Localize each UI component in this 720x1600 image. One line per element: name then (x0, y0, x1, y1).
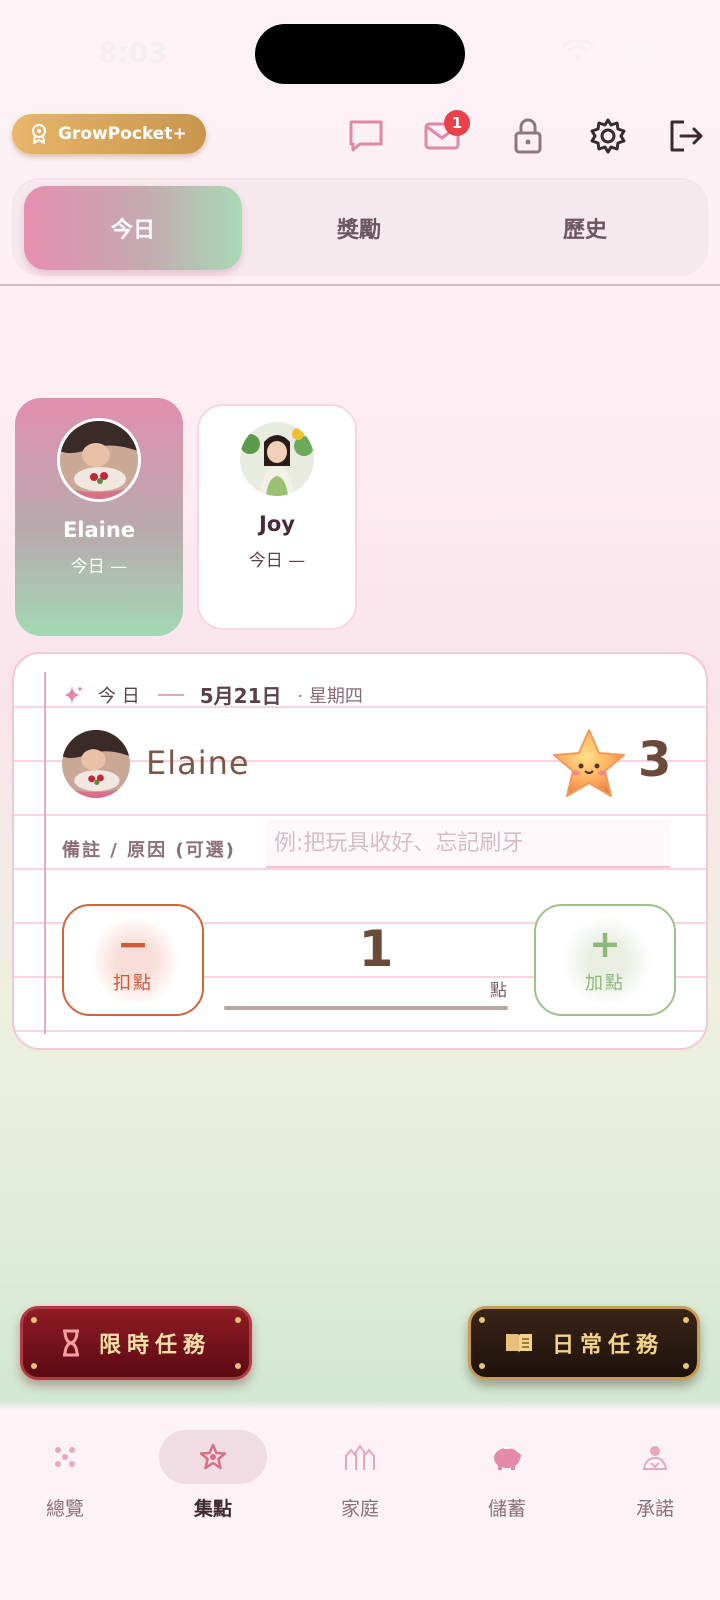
nav-icon-wrap (159, 1430, 267, 1484)
hourglass-icon (62, 1329, 79, 1357)
sparkle-icon (64, 685, 83, 704)
rivet (31, 1363, 37, 1369)
battery-icon (612, 44, 654, 62)
deduct-label: 扣點 (113, 973, 153, 994)
nav-icon-wrap (453, 1430, 561, 1484)
nav-item-family[interactable]: 家庭 (305, 1430, 415, 1521)
rivet (479, 1363, 485, 1369)
settings-button[interactable] (586, 114, 630, 158)
pro-badge-button[interactable]: GrowPocket+ (12, 114, 206, 154)
chat-button[interactable] (344, 114, 388, 158)
family-icon (345, 1444, 375, 1470)
rivet (683, 1317, 689, 1323)
kid-card-elaine[interactable]: Elaine 今日 — (15, 398, 183, 636)
nav-label: 總覽 (45, 1498, 84, 1520)
star-icon (553, 729, 625, 797)
pro-badge-label: GrowPocket+ (58, 124, 187, 144)
points-unit: 點 (490, 981, 507, 1001)
promise-icon (642, 1446, 668, 1470)
selected-kid-name: Elaine (146, 744, 250, 782)
date-row: 今 日 5月21日 · 星期四 (62, 680, 363, 709)
book-icon (505, 1334, 532, 1353)
nav-label: 儲蓄 (487, 1498, 526, 1520)
star-icon (199, 1443, 227, 1470)
tab-history[interactable]: 歷史 (476, 186, 694, 270)
top-bar: GrowPocket+ 1 (0, 108, 720, 164)
daily-missions-button[interactable]: 日常任務 (468, 1306, 700, 1380)
timed-missions-label: 限時任務 (98, 1333, 211, 1358)
kid-card-joy[interactable]: Joy 今日 — (197, 404, 357, 630)
add-points-button[interactable]: + 加點 (534, 904, 676, 1016)
nav-item-promise[interactable]: 承諾 (600, 1430, 710, 1521)
overview-icon (55, 1447, 75, 1467)
lock-icon (514, 118, 542, 154)
status-time: 8:03 (98, 36, 168, 69)
avatar (240, 422, 314, 496)
rivet (683, 1363, 689, 1369)
notebook-margin-line (44, 672, 46, 1034)
points-entry-card: 今 日 5月21日 · 星期四 Elaine 3 備註 / 原因 (可選) 例:… (12, 652, 708, 1050)
mail-button[interactable]: 1 (420, 110, 470, 158)
nav-label: 承諾 (635, 1498, 674, 1520)
add-label: 加點 (585, 973, 625, 994)
segmented-tabs: 今日 獎勵 歷史 (12, 178, 708, 276)
daily-missions-label: 日常任務 (551, 1333, 664, 1358)
tab-today[interactable]: 今日 (24, 186, 242, 270)
amount-underline (224, 1006, 508, 1010)
logout-button[interactable] (664, 114, 708, 158)
tab-rewards[interactable]: 獎勵 (250, 186, 468, 270)
plus-icon: + (589, 922, 621, 966)
kid-today-status: 今日 — (248, 551, 306, 571)
rivet (235, 1363, 241, 1369)
rivet (235, 1317, 241, 1323)
medal-icon (32, 124, 46, 144)
timed-missions-button[interactable]: 限時任務 (20, 1306, 252, 1380)
chat-icon (349, 120, 383, 152)
weekday-text: · 星期四 (297, 685, 363, 707)
status-bar: 8:03 (0, 0, 720, 100)
nav-item-points[interactable]: 集點 (158, 1430, 268, 1521)
rivet (479, 1317, 485, 1323)
deduct-points-button[interactable]: − 扣點 (62, 904, 204, 1016)
kid-today-status: 今日 — (70, 557, 128, 577)
reason-label: 備註 / 原因 (可選) (62, 840, 236, 861)
bottom-nav: 總覽 集點 家庭 儲蓄 承諾 (0, 1410, 720, 1600)
kid-name: Elaine (62, 518, 136, 542)
selected-kid-avatar (62, 730, 130, 798)
date-dash (157, 693, 184, 696)
header-divider (0, 284, 720, 286)
nav-icon-wrap (306, 1430, 414, 1484)
gear-icon (590, 118, 626, 154)
piggy-bank-icon (494, 1447, 521, 1470)
nav-item-savings[interactable]: 儲蓄 (452, 1430, 562, 1521)
wifi-icon (562, 40, 594, 62)
mail-badge: 1 (444, 110, 470, 136)
nav-item-overview[interactable]: 總覽 (10, 1430, 120, 1521)
rivet (31, 1317, 37, 1323)
today-label: 今 日 (98, 685, 140, 707)
nav-icon-wrap (11, 1430, 119, 1484)
nav-icon-wrap (601, 1430, 709, 1484)
kid-name: Joy (259, 512, 295, 536)
date-text: 5月21日 (199, 684, 282, 708)
lock-button[interactable] (506, 114, 550, 158)
logout-icon (670, 120, 703, 152)
nav-label: 家庭 (340, 1498, 379, 1520)
points-amount[interactable]: 1 (236, 920, 516, 980)
dynamic-island (255, 24, 465, 84)
reason-input[interactable] (266, 820, 670, 868)
nav-label: 集點 (193, 1498, 232, 1520)
avatar (57, 418, 141, 502)
minus-icon: − (117, 922, 149, 966)
star-count: 3 (638, 732, 672, 788)
